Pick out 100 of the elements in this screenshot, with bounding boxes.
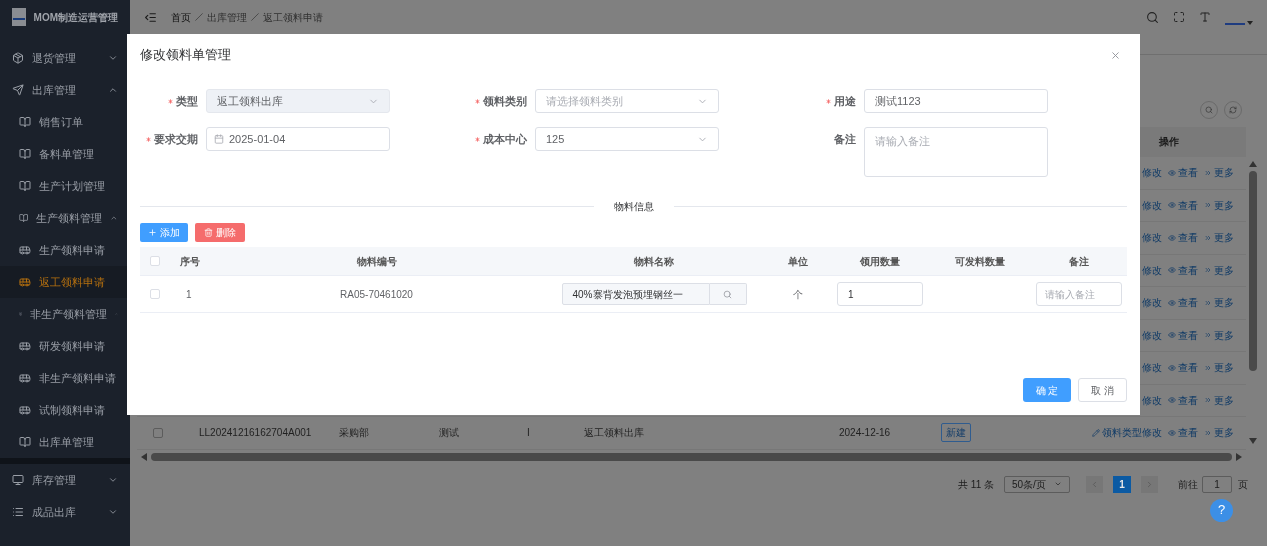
sidebar-item[interactable]: 生产计划管理	[0, 170, 130, 202]
sidebar-item[interactable]: 备料单管理	[0, 138, 130, 170]
action-link[interactable]: 修改	[1142, 327, 1162, 343]
text-field[interactable]: 测试1123	[864, 89, 1048, 113]
sidebar-item[interactable]: 出库单管理	[0, 426, 130, 458]
book-icon	[19, 212, 29, 224]
action-link[interactable]: 查看	[1168, 360, 1198, 376]
close-icon[interactable]	[1110, 49, 1121, 61]
breadcrumb-link[interactable]: 首页	[171, 9, 191, 25]
action-link[interactable]: 更多	[1204, 165, 1234, 181]
list-icon	[12, 506, 24, 518]
search-icon	[723, 289, 732, 299]
sidebar-item[interactable]: 销售订单	[0, 106, 130, 138]
action-link[interactable]: 查看	[1168, 197, 1198, 213]
action-link[interactable]: 修改	[1142, 295, 1162, 311]
page-button[interactable]: 1	[1113, 475, 1131, 493]
column-header: 领用数量	[860, 254, 900, 269]
bus-icon	[19, 404, 31, 416]
action-link[interactable]: 查看	[1168, 425, 1198, 441]
book-icon	[19, 180, 31, 192]
table-cell-text: 采购部	[339, 426, 370, 441]
column-header: 物料编号	[356, 254, 397, 269]
vertical-scrollbar[interactable]	[1249, 171, 1257, 371]
dialog-title: 修改领料单管理	[140, 46, 231, 65]
action-link[interactable]: 更多	[1204, 262, 1234, 278]
chevron-down-icon	[108, 507, 118, 517]
action-link[interactable]: 修改	[1142, 197, 1162, 213]
action-link[interactable]: 查看	[1168, 295, 1198, 311]
action-link[interactable]: 查看	[1168, 327, 1198, 343]
date-field[interactable]: 2025-01-04	[206, 127, 390, 151]
sidebar-item[interactable]: 非生产领料管理	[0, 298, 130, 330]
action-link[interactable]: 修改	[1142, 360, 1162, 376]
sidebar-item[interactable]: 返工领料申请	[0, 266, 130, 298]
cancel-button[interactable]: 取 消	[1078, 378, 1127, 402]
sidebar-item[interactable]: 试制领料申请	[0, 394, 130, 426]
goto-label: 前往	[1178, 477, 1198, 492]
breadcrumb-link[interactable]: 返工领料申请	[263, 9, 323, 25]
sidebar-item[interactable]: 退货管理	[0, 42, 130, 74]
row-checkbox[interactable]	[153, 427, 163, 438]
action-link[interactable]: 更多	[1204, 197, 1234, 213]
action-link[interactable]: 更多	[1204, 425, 1234, 441]
header-checkbox[interactable]	[150, 256, 160, 266]
table-header-cell-text: 操作	[1158, 135, 1180, 149]
double-chevron-icon	[1204, 428, 1212, 437]
eye-icon	[1168, 363, 1176, 372]
scroll-down-icon[interactable]	[1249, 437, 1257, 444]
material-name-field[interactable]: 40%寨背发泡预埋钢丝一	[561, 283, 710, 305]
sidebar-item[interactable]: 生产领料申请	[0, 234, 130, 266]
confirm-button[interactable]: 确 定	[1023, 378, 1071, 402]
action-link[interactable]: 更多	[1204, 327, 1234, 343]
text-size-icon[interactable]	[1199, 11, 1211, 23]
bus-icon	[19, 276, 31, 288]
sidebar-item[interactable]: 研发领料申请	[0, 330, 130, 362]
double-chevron-icon	[1204, 201, 1212, 210]
quantity-field[interactable]: 1	[837, 282, 923, 306]
sidebar-item[interactable]: 成品出库	[0, 496, 130, 528]
action-link[interactable]: 更多	[1204, 230, 1234, 246]
scroll-right-icon[interactable]	[1236, 452, 1242, 461]
monitor-icon	[12, 474, 24, 486]
action-link[interactable]: 修改	[1142, 165, 1162, 181]
sidebar-item[interactable]: 非生产领料申请	[0, 362, 130, 394]
chevron-down-icon	[1054, 480, 1062, 488]
page-size-select[interactable]: 50条/页	[1004, 475, 1070, 493]
double-chevron-icon	[1204, 266, 1212, 275]
select-field[interactable]: 请选择领料类别	[535, 89, 719, 113]
remark-field[interactable]: 请输入备注	[1035, 282, 1122, 306]
separator-icon	[251, 13, 259, 21]
add-button[interactable]: 添加	[140, 223, 188, 242]
goto-field[interactable]: 1	[1202, 475, 1232, 493]
action-link[interactable]: 修改	[1142, 230, 1162, 246]
fullscreen-icon[interactable]	[1173, 11, 1185, 23]
action-link[interactable]: 查看	[1168, 230, 1198, 246]
column-header: 可发料数量	[955, 254, 1005, 269]
action-link[interactable]: 更多	[1204, 392, 1234, 408]
sidebar-item[interactable]: 库存管理	[0, 464, 130, 496]
breadcrumb-link[interactable]: 出库管理	[207, 9, 247, 25]
trash-icon	[204, 228, 213, 237]
eye-icon	[1168, 428, 1176, 437]
action-link[interactable]: 领料类型修改	[1092, 425, 1162, 441]
sidebar-item[interactable]: 生产领料管理	[0, 202, 130, 234]
horizontal-scrollbar[interactable]	[151, 452, 1232, 461]
action-link[interactable]: 更多	[1204, 295, 1234, 311]
delete-button[interactable]: 删除	[195, 223, 245, 242]
textarea-field[interactable]: 请输入备注	[864, 127, 1048, 177]
select-field[interactable]: 125	[535, 127, 719, 151]
table-cell-text: I	[527, 426, 531, 441]
action-link[interactable]: 查看	[1168, 392, 1198, 408]
action-link[interactable]: 修改	[1142, 262, 1162, 278]
help-button[interactable]: ?	[1210, 498, 1233, 522]
field-label: 领料类别	[483, 93, 527, 109]
action-link[interactable]: 查看	[1168, 262, 1198, 278]
action-link[interactable]: 更多	[1204, 360, 1234, 376]
menu-icon[interactable]	[144, 10, 157, 24]
app-title: MOM制造运营管理	[33, 10, 118, 25]
action-link[interactable]: 修改	[1142, 392, 1162, 408]
action-link[interactable]: 查看	[1168, 165, 1198, 181]
double-chevron-icon	[1204, 233, 1212, 242]
column-header: 单位	[787, 254, 808, 269]
search-icon[interactable]	[1146, 10, 1159, 24]
sidebar-item[interactable]: 出库管理	[0, 74, 130, 106]
